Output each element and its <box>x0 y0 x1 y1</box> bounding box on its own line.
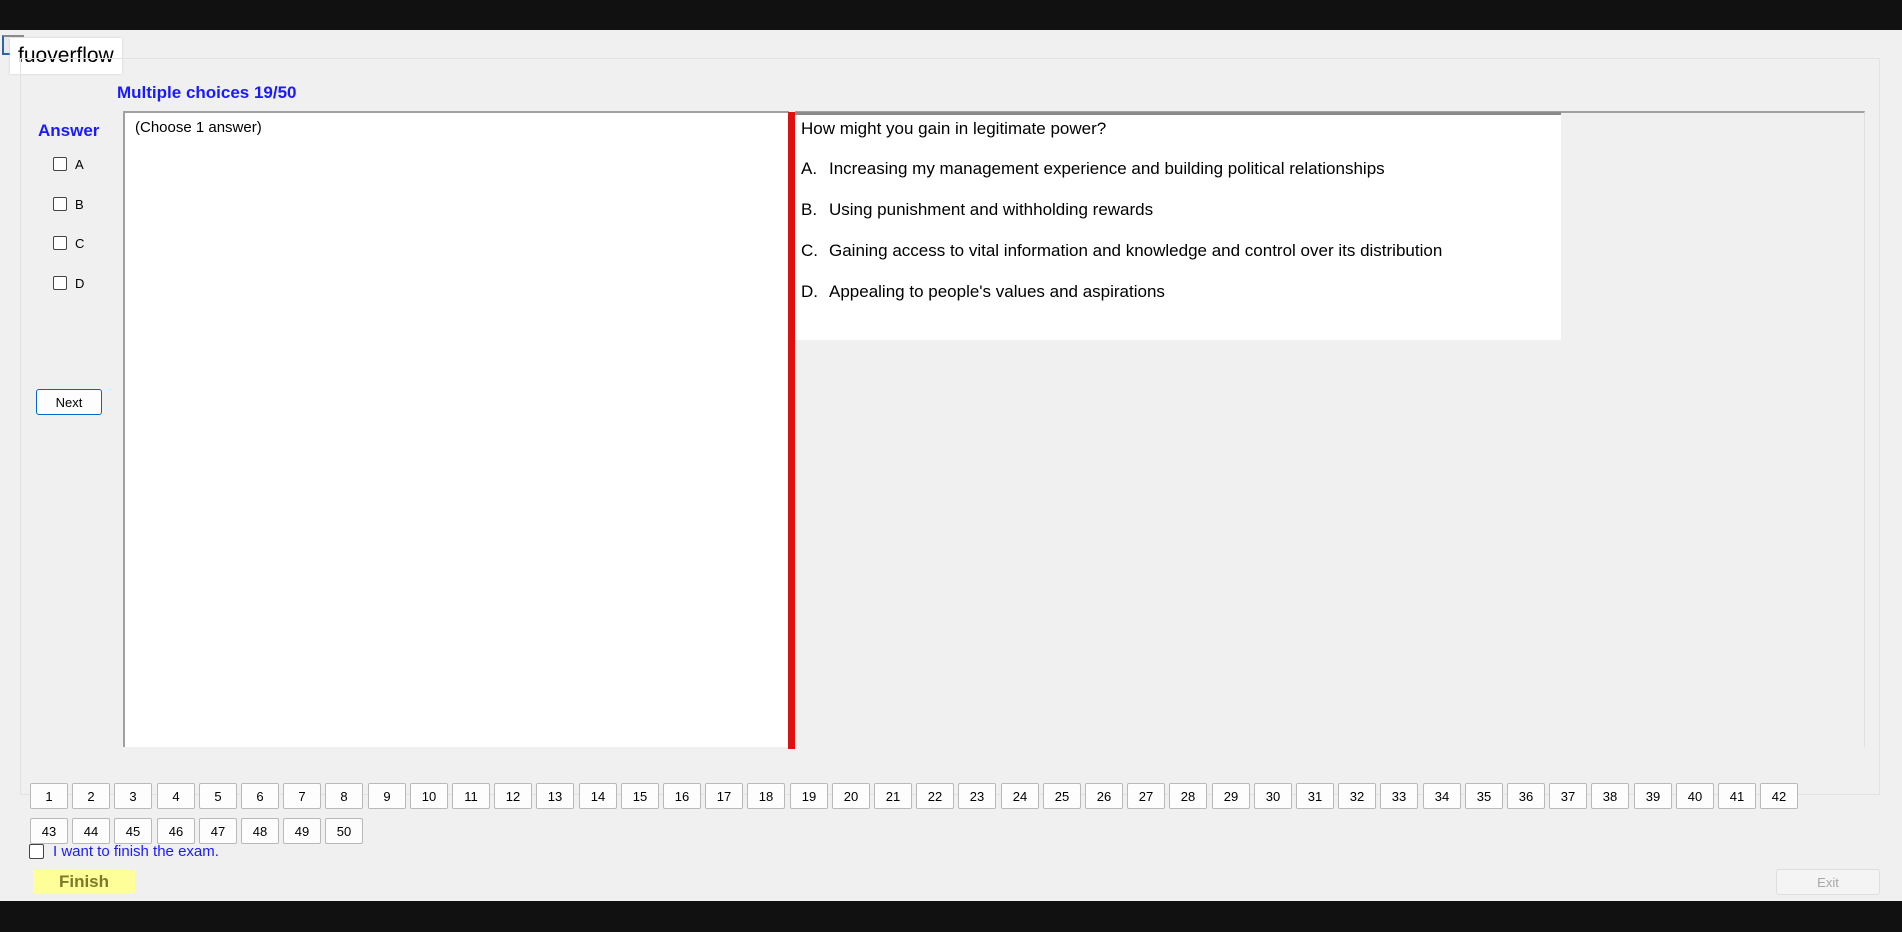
answer-option-label: C <box>75 235 85 251</box>
question-nav-button[interactable]: 8 <box>325 783 363 809</box>
question-nav-button[interactable]: 39 <box>1634 783 1672 809</box>
question-nav-button[interactable]: 29 <box>1212 783 1250 809</box>
question-nav-button[interactable]: 5 <box>199 783 237 809</box>
question-nav-button[interactable]: 43 <box>30 818 68 844</box>
question-nav-button[interactable]: 49 <box>283 818 321 844</box>
question-nav-button[interactable]: 30 <box>1254 783 1292 809</box>
question-nav-button[interactable]: 21 <box>874 783 912 809</box>
question-nav-button[interactable]: 3 <box>114 783 152 809</box>
pane-splitter[interactable] <box>788 112 795 749</box>
checkbox-icon[interactable] <box>53 197 67 211</box>
question-nav-button[interactable]: 23 <box>958 783 996 809</box>
finish-button[interactable]: Finish <box>33 870 135 893</box>
question-nav-button[interactable]: 4 <box>157 783 195 809</box>
question-nav-button[interactable]: 25 <box>1043 783 1081 809</box>
choice-text: Appealing to people's values and aspirat… <box>829 282 1165 301</box>
answer-title: Answer <box>38 121 100 140</box>
answer-option-c[interactable]: C <box>53 233 84 253</box>
finish-exam-label: I want to finish the exam. <box>53 843 219 860</box>
question-nav-button[interactable]: 45 <box>114 818 152 844</box>
checkbox-icon[interactable] <box>53 276 67 290</box>
question-nav-button[interactable]: 18 <box>747 783 785 809</box>
question-nav-button[interactable]: 40 <box>1676 783 1714 809</box>
checkbox-icon[interactable] <box>53 236 67 250</box>
question-nav-button[interactable]: 26 <box>1085 783 1123 809</box>
question-nav-button[interactable]: 32 <box>1338 783 1376 809</box>
instruction-text: (Choose 1 answer) <box>135 119 262 136</box>
answer-option-a[interactable]: A <box>53 154 84 174</box>
question-nav-button[interactable]: 50 <box>325 818 363 844</box>
question-nav-button[interactable]: 11 <box>452 783 490 809</box>
question-nav-button[interactable]: 44 <box>72 818 110 844</box>
choice-letter: A. <box>801 159 818 178</box>
question-nav-button[interactable]: 41 <box>1718 783 1756 809</box>
answer-option-d[interactable]: D <box>53 273 84 293</box>
question-nav-button[interactable]: 46 <box>157 818 195 844</box>
question-nav-button[interactable]: 6 <box>241 783 279 809</box>
question-nav-button[interactable]: 38 <box>1591 783 1629 809</box>
choice-letter: C. <box>801 241 818 260</box>
question-nav-button[interactable]: 48 <box>241 818 279 844</box>
choice-letter: B. <box>801 200 818 219</box>
finish-exam-checkbox[interactable]: I want to finish the exam. <box>29 843 219 860</box>
question-nav-button[interactable]: 42 <box>1760 783 1798 809</box>
question-nav-button[interactable]: 22 <box>916 783 954 809</box>
question-nav-button[interactable]: 13 <box>536 783 574 809</box>
question-nav-button[interactable]: 33 <box>1380 783 1418 809</box>
question-nav-button[interactable]: 17 <box>705 783 743 809</box>
question-box: How might you gain in legitimate power? … <box>795 112 1561 340</box>
choice-d: D. Appealing to people's values and aspir… <box>801 282 1165 302</box>
choice-c: C. Gaining access to vital information an… <box>801 241 1442 261</box>
question-nav-button[interactable]: 37 <box>1549 783 1587 809</box>
answer-option-label: B <box>75 196 84 212</box>
question-nav-button[interactable]: 14 <box>579 783 617 809</box>
answer-option-b[interactable]: B <box>53 194 84 214</box>
checkbox-icon[interactable] <box>29 844 44 859</box>
question-nav-button[interactable]: 31 <box>1296 783 1334 809</box>
question-nav-button[interactable]: 27 <box>1127 783 1165 809</box>
choice-letter: D. <box>801 282 818 301</box>
question-nav-button[interactable]: 34 <box>1423 783 1461 809</box>
answer-option-label: A <box>75 156 84 172</box>
question-nav-button[interactable]: 24 <box>1001 783 1039 809</box>
question-nav-button[interactable]: 35 <box>1465 783 1503 809</box>
question-nav-button[interactable]: 9 <box>368 783 406 809</box>
next-button[interactable]: Next <box>36 389 102 415</box>
question-nav-button[interactable]: 47 <box>199 818 237 844</box>
question-nav-button[interactable]: 20 <box>832 783 870 809</box>
choice-b: B. Using punishment and withholding rewar… <box>801 200 1153 220</box>
question-nav-button[interactable]: 19 <box>790 783 828 809</box>
choice-text: Using punishment and withholding rewards <box>829 200 1154 219</box>
instruction-pane: (Choose 1 answer) <box>123 111 789 747</box>
exam-window: fuoverflow Multiple choices 19/50 Answer… <box>0 30 1902 901</box>
exit-button[interactable]: Exit <box>1776 869 1880 895</box>
question-nav-button[interactable]: 16 <box>663 783 701 809</box>
checkbox-icon[interactable] <box>53 157 67 171</box>
choice-text: Increasing my management experience and … <box>829 159 1385 178</box>
question-nav-button[interactable]: 15 <box>621 783 659 809</box>
question-nav-button[interactable]: 2 <box>72 783 110 809</box>
question-nav-button[interactable]: 28 <box>1169 783 1207 809</box>
question-nav-button[interactable]: 7 <box>283 783 321 809</box>
question-nav-button[interactable]: 10 <box>410 783 448 809</box>
answer-option-label: D <box>75 275 85 291</box>
choice-a: A. Increasing my management experience an… <box>801 159 1385 179</box>
question-text: How might you gain in legitimate power? <box>801 119 1107 138</box>
question-nav-button[interactable]: 1 <box>30 783 68 809</box>
question-counter: Multiple choices 19/50 <box>117 83 297 102</box>
choice-text: Gaining access to vital information and … <box>829 241 1443 260</box>
question-nav-button[interactable]: 12 <box>494 783 532 809</box>
question-nav-button[interactable]: 36 <box>1507 783 1545 809</box>
